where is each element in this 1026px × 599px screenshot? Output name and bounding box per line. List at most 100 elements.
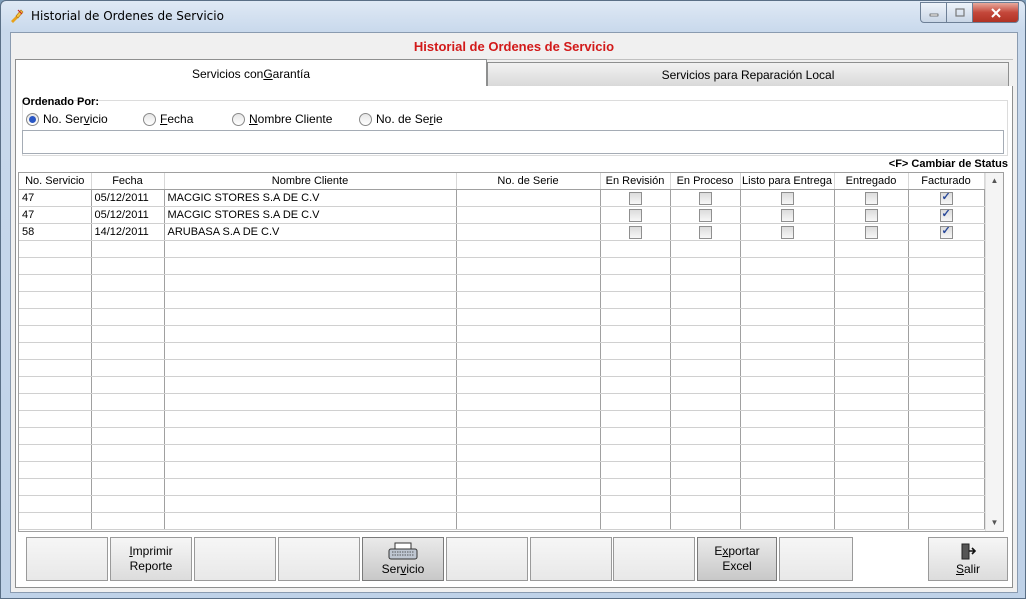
exportar-excel-button[interactable]: Exportar Excel (697, 537, 777, 581)
table-row[interactable] (19, 444, 985, 462)
imprimir-reporte-button[interactable]: Imprimir Reporte (110, 537, 192, 581)
entregado-checkbox[interactable] (864, 208, 878, 222)
cell-revision (600, 189, 671, 207)
scroll-up-icon[interactable]: ▲ (986, 173, 1003, 189)
tab-label-accel: G (263, 66, 273, 81)
table-row[interactable] (19, 342, 985, 360)
cell-entregado (834, 223, 909, 241)
scroll-down-icon[interactable]: ▼ (986, 515, 1003, 531)
cell-servicio (19, 291, 92, 309)
cell-servicio (19, 444, 92, 462)
table-row[interactable]: 47 05/12/2011 MACGIC STORES S.A DE C.V (19, 189, 985, 207)
cell-serie (456, 274, 601, 292)
service-grid[interactable]: No. Servicio Fecha Nombre Cliente No. de Se… (18, 172, 1004, 532)
cell-entregado (834, 291, 909, 309)
cell-fecha (91, 461, 165, 479)
facturado-checkbox[interactable] (939, 224, 953, 239)
cell-listo (740, 444, 835, 462)
empty-button-2[interactable] (194, 537, 276, 581)
radio-text: ie (433, 112, 443, 126)
column-header[interactable]: Facturado (908, 173, 985, 190)
vertical-scrollbar[interactable]: ▲ ▼ (985, 173, 1003, 531)
table-row[interactable] (19, 495, 985, 513)
table-row[interactable] (19, 478, 985, 496)
proceso-checkbox[interactable] (698, 225, 712, 239)
column-header[interactable]: Nombre Cliente (164, 173, 457, 190)
table-row[interactable] (19, 376, 985, 394)
table-row[interactable] (19, 274, 985, 292)
cell-servicio (19, 359, 92, 377)
radio-nombre-cliente[interactable]: Nombre Cliente (232, 112, 332, 126)
radio-accel: F (160, 112, 168, 126)
empty-button-6[interactable] (613, 537, 695, 581)
cell-revision (600, 444, 671, 462)
table-row[interactable] (19, 461, 985, 479)
minimize-button[interactable] (920, 2, 947, 23)
cell-revision (600, 393, 671, 411)
label: icio (406, 562, 425, 576)
column-header[interactable]: En Revisión (600, 173, 671, 190)
facturado-checkbox[interactable] (939, 207, 953, 222)
cell-facturado (908, 410, 985, 428)
label: portar (728, 544, 760, 558)
table-row[interactable] (19, 359, 985, 377)
cell-entregado (834, 427, 909, 445)
facturado-checkbox[interactable] (939, 190, 953, 205)
cell-fecha: 05/12/2011 (91, 206, 165, 224)
listo-checkbox[interactable] (780, 208, 794, 222)
radio-accel: N (249, 112, 258, 126)
cell-serie (456, 189, 601, 207)
table-row[interactable] (19, 257, 985, 275)
column-header[interactable]: No. Servicio (19, 173, 92, 190)
proceso-checkbox[interactable] (698, 191, 712, 205)
table-row[interactable] (19, 512, 985, 530)
cell-cliente (164, 427, 457, 445)
search-input[interactable] (22, 130, 1004, 154)
title-bar[interactable]: Historial de Ordenes de Servicio (1, 1, 1025, 31)
tab-reparacion-local[interactable]: Servicios para Reparación Local (487, 62, 1009, 87)
column-header[interactable]: Listo para Entrega (740, 173, 835, 190)
cell-servicio: 47 (19, 189, 92, 207)
revision-checkbox[interactable] (628, 225, 642, 239)
button-label-line1: Exportar (714, 544, 759, 559)
entregado-checkbox[interactable] (864, 191, 878, 205)
table-row[interactable] (19, 410, 985, 428)
close-button[interactable] (973, 2, 1019, 23)
cell-listo (740, 291, 835, 309)
salir-button[interactable]: Salir (928, 537, 1008, 581)
column-header[interactable]: Entregado (834, 173, 909, 190)
empty-button-7[interactable] (779, 537, 853, 581)
radio-no-servicio[interactable]: No. Ser v icio (26, 112, 108, 126)
empty-button-1[interactable] (26, 537, 108, 581)
radio-fecha[interactable]: Fecha (143, 112, 193, 126)
revision-checkbox[interactable] (628, 208, 642, 222)
cell-entregado (834, 274, 909, 292)
radio-no-serie[interactable]: No. de Se r ie (359, 112, 443, 126)
proceso-checkbox[interactable] (698, 208, 712, 222)
table-row[interactable]: 58 14/12/2011 ARUBASA S.A DE C.V (19, 223, 985, 241)
table-row[interactable] (19, 240, 985, 258)
table-row[interactable] (19, 393, 985, 411)
column-header[interactable]: No. de Serie (456, 173, 601, 190)
entregado-checkbox[interactable] (864, 225, 878, 239)
cell-listo (740, 410, 835, 428)
empty-button-5[interactable] (530, 537, 612, 581)
maximize-button[interactable] (947, 2, 973, 23)
cell-proceso (670, 359, 741, 377)
column-header[interactable]: Fecha (91, 173, 165, 190)
cell-serie (456, 359, 601, 377)
table-row[interactable] (19, 308, 985, 326)
table-row[interactable]: 47 05/12/2011 MACGIC STORES S.A DE C.V (19, 206, 985, 224)
table-row[interactable] (19, 427, 985, 445)
empty-button-3[interactable] (278, 537, 360, 581)
cell-servicio (19, 512, 92, 530)
revision-checkbox[interactable] (628, 191, 642, 205)
listo-checkbox[interactable] (780, 191, 794, 205)
table-row[interactable] (19, 291, 985, 309)
column-header[interactable]: En Proceso (670, 173, 741, 190)
tab-servicios-garantia[interactable]: Servicios con Garantía (15, 59, 487, 87)
empty-button-4[interactable] (446, 537, 528, 581)
servicio-button[interactable]: Servicio (362, 537, 444, 581)
table-row[interactable] (19, 325, 985, 343)
listo-checkbox[interactable] (780, 225, 794, 239)
